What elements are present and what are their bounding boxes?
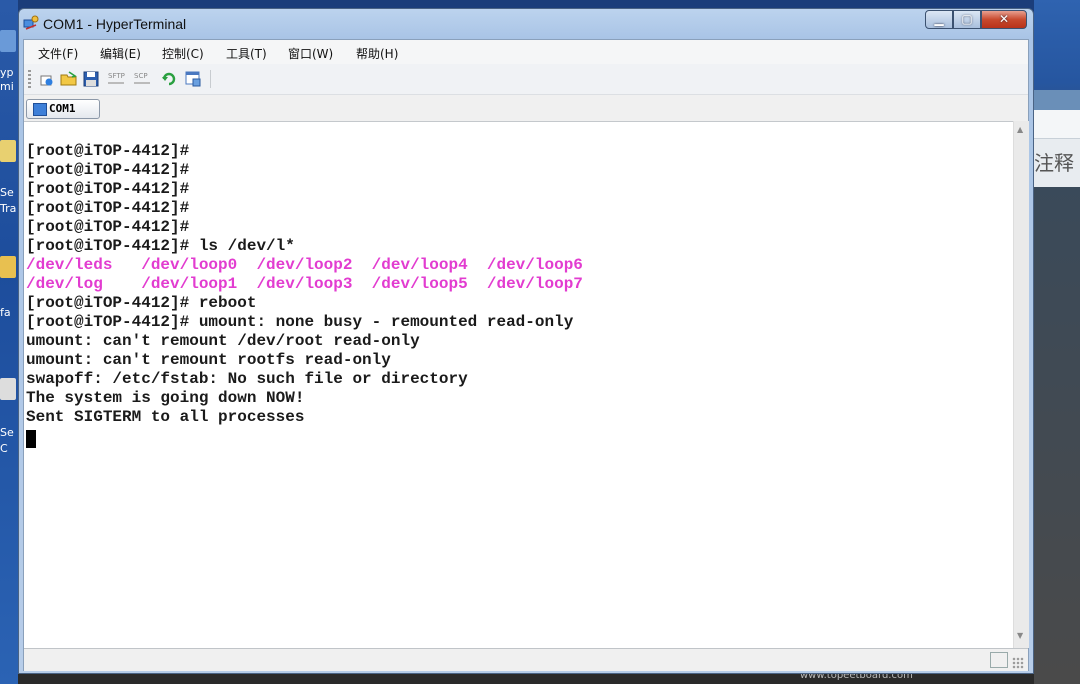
text-cursor [26,430,36,448]
toolbar-separator [210,70,211,88]
status-bar [24,648,1028,671]
background-window-label: 注释 [1034,138,1080,187]
maximize-icon: ▢ [961,12,973,26]
sftp-icon[interactable]: SFTP [108,70,130,88]
scroll-up-icon[interactable]: ▲ [1017,125,1023,134]
desktop-icon-label: C [0,442,8,455]
terminal-line: [root@iTOP-4412]# ls /dev/l* [26,237,295,255]
resize-grip[interactable] [1012,657,1024,669]
desktop-left-strip [0,0,18,684]
background-window-bar [1034,90,1080,110]
maximize-button[interactable]: ▢ [953,10,981,29]
terminal-line: [root@iTOP-4412]# [26,161,190,179]
terminal-line: [root@iTOP-4412]# [26,199,190,217]
menu-file[interactable]: 文件(F) [38,45,78,62]
background-window-area [1034,110,1080,138]
tab-label: COM1 [49,102,76,115]
terminal-line: [root@iTOP-4412]# reboot [26,294,257,312]
window-client-area: 文件(F) 编辑(E) 控制(C) 工具(T) 窗口(W) 帮助(H) SFTP… [23,39,1029,671]
sftp-label: SFTP [108,72,125,80]
desktop-icon-label: Se [0,186,14,199]
window-controls: ▁ ▢ ✕ [925,10,1027,29]
terminal-line: /dev/log /dev/loop1 /dev/loop3 /dev/loop… [26,275,583,293]
terminal-line: [root@iTOP-4412]# umount: none busy - re… [26,313,574,331]
tab-com1[interactable]: COM1 [26,99,100,119]
minimize-button[interactable]: ▁ [925,10,953,29]
terminal-line: [root@iTOP-4412]# [26,180,190,198]
terminal-icon [33,103,47,116]
hyperterminal-app-icon [23,15,39,30]
scroll-down-icon[interactable]: ▼ [1017,631,1023,640]
scp-label: SCP [134,72,148,80]
menu-help[interactable]: 帮助(H) [356,45,398,62]
scp-icon[interactable]: SCP [134,70,156,88]
terminal-line: [root@iTOP-4412]# [26,142,190,160]
terminal-line: umount: can't remount rootfs read-only [26,351,391,369]
reconnect-icon[interactable] [160,70,178,88]
close-button[interactable]: ✕ [981,10,1027,29]
desktop-icon-label: fa [0,306,11,319]
desktop-icon-label: Se [0,426,14,439]
new-connection-icon[interactable] [38,70,56,88]
desktop-icon[interactable] [0,378,16,400]
terminal-output[interactable]: [root@iTOP-4412]# [root@iTOP-4412]# [root@… [24,121,1013,649]
vertical-scrollbar[interactable]: ▲ ▼ [1013,121,1029,648]
properties-icon[interactable] [184,70,202,88]
menu-control[interactable]: 控制(C) [162,45,204,62]
terminal-line: /dev/leds /dev/loop0 /dev/loop2 /dev/loo… [26,256,583,274]
window-title: COM1 - HyperTerminal [43,16,187,32]
menu-window[interactable]: 窗口(W) [288,45,333,62]
terminal-line: The system is going down NOW! [26,389,305,407]
desktop-icon[interactable] [0,140,16,162]
toolbar: SFTP SCP [24,64,1028,95]
desktop-icon[interactable] [0,30,16,52]
desktop-icon-label: Tra [0,202,17,215]
open-folder-icon[interactable] [60,70,78,88]
desktop-icon-label: yp [0,66,14,79]
close-icon: ✕ [998,12,1010,26]
title-bar[interactable]: COM1 - HyperTerminal ▁ ▢ ✕ [19,9,1033,39]
menu-tools[interactable]: 工具(T) [226,45,267,62]
status-indicator [990,652,1008,668]
terminal-line: swapoff: /etc/fstab: No such file or dir… [26,370,468,388]
terminal-line: [root@iTOP-4412]# [26,218,190,236]
terminal-line: umount: can't remount /dev/root read-onl… [26,332,420,350]
toolbar-grip[interactable] [28,70,31,88]
terminal-line: Sent SIGTERM to all processes [26,408,305,426]
desktop-icon[interactable] [0,256,16,278]
desktop-icon-label: mi [0,80,14,93]
minimize-icon: ▁ [934,12,944,26]
save-icon[interactable] [82,70,100,88]
hyperterminal-window: COM1 - HyperTerminal ▁ ▢ ✕ 文件(F) 编辑(E) 控… [18,8,1034,674]
menu-bar: 文件(F) 编辑(E) 控制(C) 工具(T) 窗口(W) 帮助(H) [24,40,1028,64]
terminal-lines: [root@iTOP-4412]# [root@iTOP-4412]# [root@… [26,142,583,427]
menu-edit[interactable]: 编辑(E) [100,45,141,62]
